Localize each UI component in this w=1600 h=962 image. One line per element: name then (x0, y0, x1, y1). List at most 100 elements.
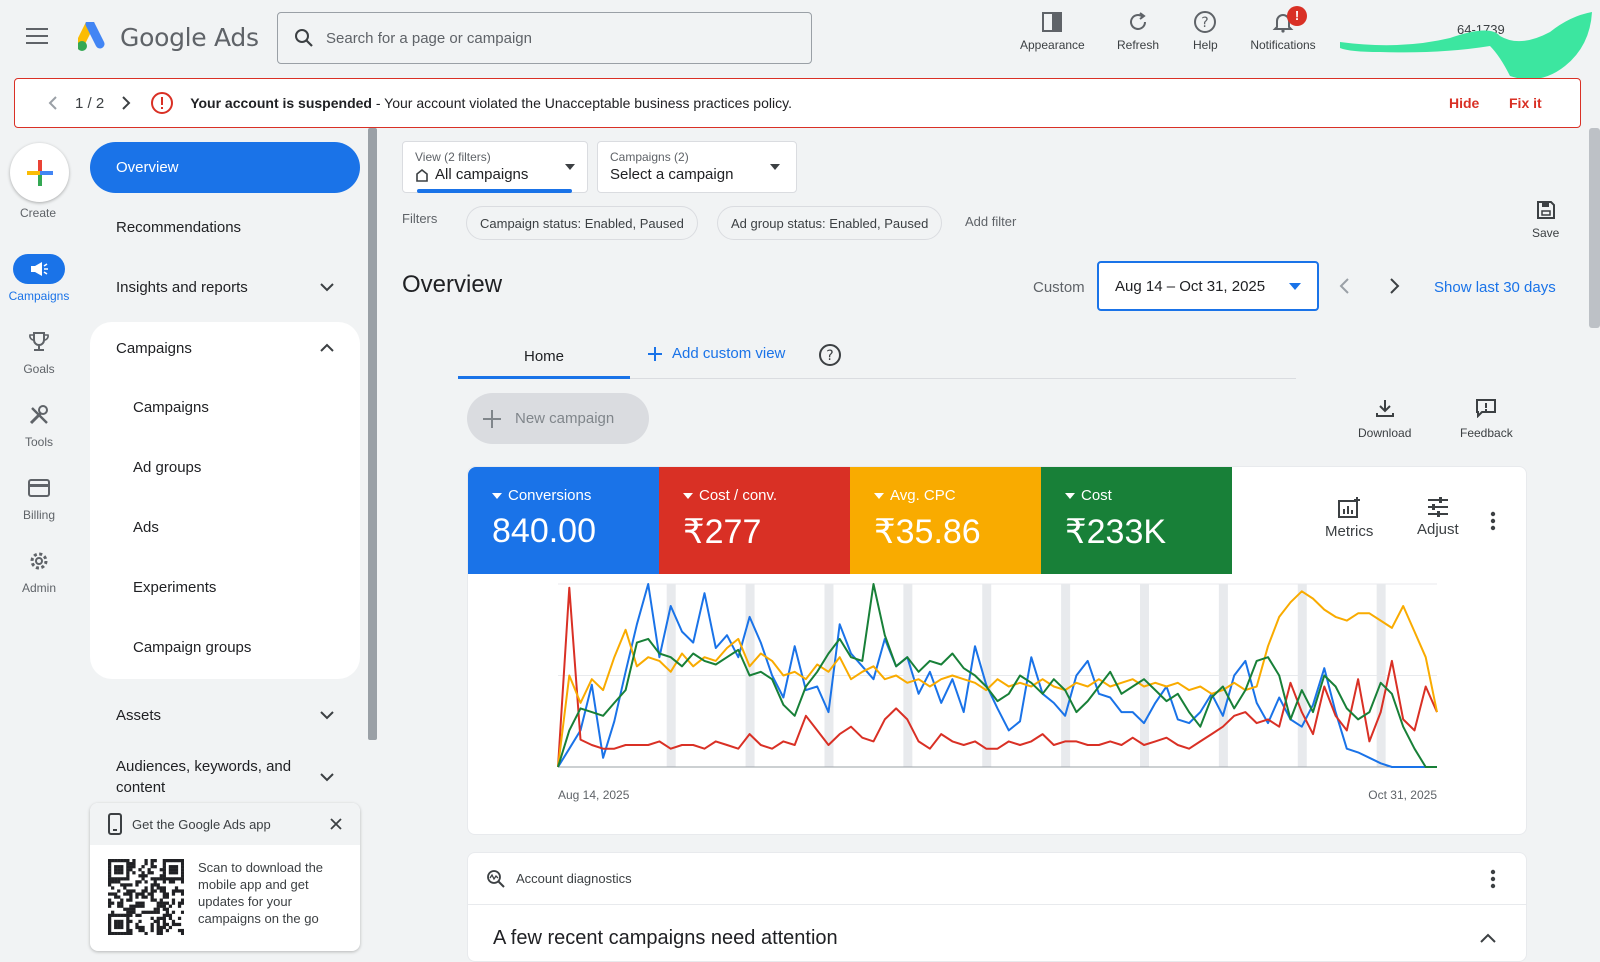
nav-assets[interactable]: Assets (90, 692, 360, 738)
caret-down-icon (1289, 283, 1301, 290)
hide-link[interactable]: Hide (1449, 95, 1479, 111)
account-switcher[interactable]: 64-1739 (1340, 12, 1595, 80)
metric-conversions[interactable]: Conversions 840.00 (468, 467, 659, 574)
chevron-up-icon[interactable] (1480, 933, 1496, 943)
rail-admin[interactable]: Admin (0, 546, 78, 595)
metrics-button[interactable]: Metrics (1325, 497, 1373, 540)
campaign-select-value: Select a campaign (610, 166, 734, 183)
add-custom-view-button[interactable]: Add custom view (648, 345, 785, 362)
metric-label: Avg. CPC (890, 487, 956, 504)
chevron-down-icon (320, 711, 334, 720)
feedback-button[interactable]: Feedback (1460, 398, 1513, 440)
rail-billing-label: Billing (22, 508, 55, 522)
download-button[interactable]: Download (1358, 398, 1411, 440)
caret-down-icon (565, 164, 575, 170)
sliders-icon (1427, 497, 1448, 517)
app-promo-line: mobile app and get (198, 877, 309, 892)
metric-label: Conversions (508, 487, 592, 504)
tab-home[interactable]: Home (458, 336, 630, 379)
nav-audiences[interactable]: Audiences, keywords, and content (90, 752, 360, 802)
date-range-picker[interactable]: Aug 14 – Oct 31, 2025 (1097, 261, 1319, 311)
account-diagnostics-card: Account diagnostics A few recent campaig… (467, 852, 1527, 962)
new-campaign-button[interactable]: New campaign (467, 393, 649, 444)
rail-goals[interactable]: Goals (0, 327, 78, 376)
app-promo-line: campaigns on the go (198, 911, 319, 926)
banner-message: Your account is suspended - Your account… (190, 95, 792, 111)
nav-sub-campaign-groups[interactable]: Campaign groups (133, 639, 251, 656)
search-box[interactable] (277, 12, 812, 64)
metric-cost[interactable]: Cost ₹233K (1041, 467, 1232, 574)
date-custom-label: Custom (1033, 279, 1085, 296)
appearance-icon (1042, 12, 1063, 32)
download-icon (1375, 400, 1394, 417)
nav-campaigns-header[interactable]: Campaigns (90, 325, 360, 371)
rail-admin-label: Admin (21, 581, 56, 595)
adjust-label: Adjust (1417, 521, 1459, 538)
campaign-select-dropdown[interactable]: Campaigns (2) Select a campaign (597, 141, 797, 193)
refresh-icon (1130, 12, 1147, 30)
nav-sub-experiments[interactable]: Experiments (133, 579, 216, 596)
search-input[interactable] (326, 29, 766, 47)
more-vert-icon[interactable] (1490, 511, 1496, 531)
nav-scrollbar[interactable] (368, 128, 377, 740)
notifications-button[interactable]: ! Notifications (1243, 6, 1323, 52)
save-view-button[interactable]: Save (1532, 200, 1559, 240)
rail-billing[interactable]: Billing (0, 473, 78, 522)
caret-down-icon (492, 492, 502, 499)
x-axis-end-label: Oct 31, 2025 (1368, 788, 1437, 802)
view-filter-dropdown[interactable]: View (2 filters) All campaigns (402, 141, 588, 193)
filter-chip-campaign-status[interactable]: Campaign status: Enabled, Paused (466, 206, 698, 240)
refresh-button[interactable]: Refresh (1117, 10, 1159, 52)
view-filter-underline (417, 189, 572, 193)
nav-recommendations[interactable]: Recommendations (90, 204, 360, 250)
nav-sub-ads[interactable]: Ads (133, 519, 159, 536)
svg-text:?: ? (1202, 15, 1209, 31)
caret-down-icon (770, 164, 780, 170)
rail-campaigns[interactable]: Campaigns (0, 254, 78, 303)
create-label: Create (20, 206, 57, 220)
app-promo-line: Scan to download the (198, 860, 324, 875)
metric-avg-cpc[interactable]: Avg. CPC ₹35.86 (850, 467, 1041, 574)
help-circle-icon[interactable]: ? (818, 343, 842, 367)
nav-sub-ad-groups[interactable]: Ad groups (133, 459, 201, 476)
metric-value: 840.00 (492, 512, 596, 550)
filter-chip-ad-group-status[interactable]: Ad group status: Enabled, Paused (717, 206, 943, 240)
main-menu-button[interactable] (26, 27, 48, 45)
adjust-button[interactable]: Adjust (1417, 497, 1459, 538)
add-filter-link[interactable]: Add filter (965, 214, 1016, 229)
close-icon[interactable] (330, 818, 342, 830)
campaign-select-caption: Campaigns (2) (610, 150, 689, 164)
rail-tools[interactable]: Tools (0, 400, 78, 449)
create-button[interactable] (10, 143, 69, 202)
chevron-right-icon[interactable] (120, 95, 132, 111)
svg-text:?: ? (826, 348, 833, 364)
chevron-left-icon[interactable] (47, 95, 59, 111)
main-scrollbar[interactable] (1589, 128, 1600, 328)
nav-sub-campaigns[interactable]: Campaigns (133, 399, 209, 416)
next-period-icon[interactable] (1389, 277, 1401, 295)
metric-cost-per-conv[interactable]: Cost / conv. ₹277 (659, 467, 850, 574)
nav-overview[interactable]: Overview (90, 142, 360, 193)
caret-down-icon (683, 492, 693, 499)
more-vert-icon[interactable] (1490, 869, 1496, 889)
nav-insights[interactable]: Insights and reports (90, 264, 360, 310)
chevron-down-icon (320, 773, 334, 782)
prev-period-icon[interactable] (1338, 277, 1350, 295)
save-icon (1536, 201, 1555, 219)
gear-icon (30, 552, 48, 570)
rail-goals-label: Goals (23, 362, 55, 376)
google-ads-logo[interactable]: Google Ads (78, 22, 259, 52)
appearance-button[interactable]: Appearance (1020, 10, 1085, 52)
diagnostics-label: Account diagnostics (516, 871, 632, 886)
help-button[interactable]: ? Help (1193, 10, 1218, 52)
app-promo-title: Get the Google Ads app (132, 816, 271, 832)
performance-chart: Aug 14, 2025 Oct 31, 2025 (557, 583, 1438, 802)
show-last-30-days-link[interactable]: Show last 30 days (1434, 279, 1556, 296)
appearance-label: Appearance (1020, 38, 1085, 52)
plus-icon (483, 409, 501, 428)
metric-avg-cpc-label-row: Avg. CPC (874, 487, 1041, 504)
fix-it-link[interactable]: Fix it (1509, 95, 1542, 111)
refresh-label: Refresh (1117, 38, 1160, 52)
page-title: Overview (402, 271, 503, 298)
nav-audiences-label: Audiences, keywords, and content (116, 756, 291, 798)
